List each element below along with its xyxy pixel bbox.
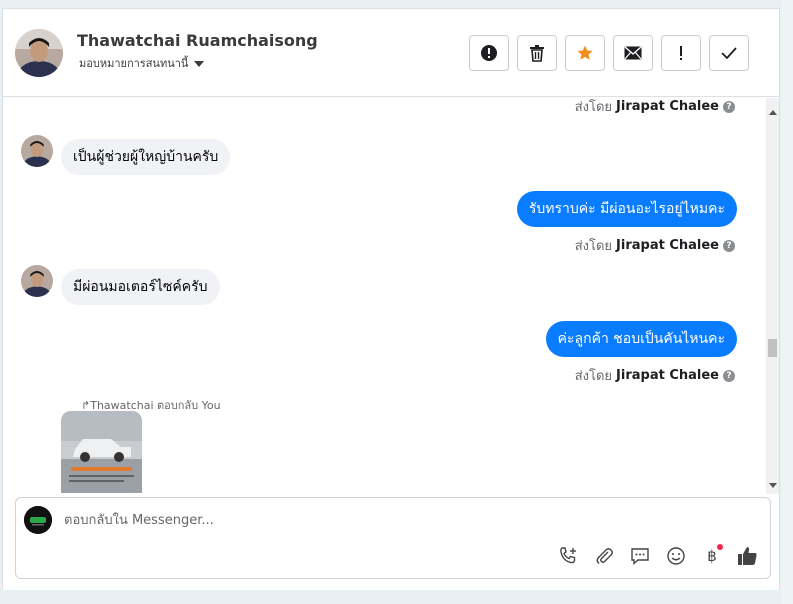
paperclip-icon xyxy=(596,548,613,565)
call-button[interactable] xyxy=(556,544,580,568)
attach-button[interactable] xyxy=(592,544,616,568)
scroll-up-arrow-icon[interactable] xyxy=(769,110,777,115)
conversation-panel: Thawatchai Ruamchaisong มอบหมายการสนทนาน… xyxy=(2,8,780,590)
page-background-strip xyxy=(781,0,793,604)
sent-by-label: ส่งโดย Jirapat Chalee ? xyxy=(575,98,735,117)
like-button[interactable] xyxy=(736,544,760,568)
help-icon[interactable]: ? xyxy=(723,100,735,113)
message-bubble-outgoing[interactable]: รับทราบค่ะ มีผ่อนอะไรอยู่ไหมคะ xyxy=(516,191,737,227)
check-icon xyxy=(721,47,737,59)
trash-icon xyxy=(530,45,544,62)
phone-plus-icon xyxy=(560,547,576,564)
replied-image-thumbnail[interactable] xyxy=(61,411,142,493)
message-bubble-incoming[interactable]: เป็นผู้ช่วยผู้ใหญ่บ้านครับ xyxy=(61,139,231,175)
thumbs-up-icon xyxy=(738,547,757,565)
star-icon xyxy=(577,45,593,60)
help-icon[interactable]: ? xyxy=(723,239,735,252)
saved-replies-button[interactable] xyxy=(628,544,652,568)
envelope-icon xyxy=(624,46,642,60)
help-icon[interactable]: ? xyxy=(723,369,735,382)
message-bubble-incoming[interactable]: มีผ่อนมอเตอร์ไซค์ครับ xyxy=(61,269,220,305)
follow-up-button[interactable] xyxy=(661,35,701,71)
notification-dot xyxy=(717,544,723,550)
conversation-header: Thawatchai Ruamchaisong มอบหมายการสนทนาน… xyxy=(3,9,779,97)
contact-avatar-small xyxy=(21,265,53,297)
mark-unread-button[interactable] xyxy=(613,35,653,71)
conversation-toolbar xyxy=(469,35,749,71)
chat-bubble-icon xyxy=(631,548,649,566)
scroll-down-arrow-icon[interactable] xyxy=(769,483,777,488)
contact-avatar[interactable] xyxy=(15,29,63,77)
baht-icon: ฿ xyxy=(707,547,717,565)
assign-conversation-dropdown[interactable]: มอบหมายการสนทนานี้ xyxy=(79,54,205,72)
message-thread[interactable]: ส่งโดย Jirapat Chalee ? เป็นผู้ช่วยผู้ให… xyxy=(3,98,765,494)
sent-by-label: ส่งโดย Jirapat Chalee ? xyxy=(575,365,735,386)
chevron-down-icon xyxy=(194,60,205,67)
message-bubble-outgoing[interactable]: ค่ะลูกค้า ชอบเป็นคันไหนคะ xyxy=(545,321,737,357)
contact-avatar-small xyxy=(21,135,53,167)
thread-scrollbar[interactable] xyxy=(766,98,779,494)
composer-toolbar: ฿ xyxy=(556,544,760,568)
scrollbar-thumb[interactable] xyxy=(768,339,777,357)
contact-name[interactable]: Thawatchai Ruamchaisong xyxy=(77,31,318,50)
payment-button[interactable]: ฿ xyxy=(700,544,724,568)
mark-done-button[interactable] xyxy=(709,35,749,71)
page-avatar xyxy=(24,506,52,534)
emoji-button[interactable] xyxy=(664,544,688,568)
exclamation-icon xyxy=(680,46,682,60)
alert-circle-icon xyxy=(481,45,497,61)
mark-spam-button[interactable] xyxy=(469,35,509,71)
reply-composer: ฿ xyxy=(15,497,771,579)
reply-input[interactable] xyxy=(64,510,664,530)
sent-by-label: ส่งโดย Jirapat Chalee ? xyxy=(575,235,735,256)
smiley-icon xyxy=(667,547,685,565)
delete-button[interactable] xyxy=(517,35,557,71)
star-button[interactable] xyxy=(565,35,605,71)
assign-label: มอบหมายการสนทนานี้ xyxy=(79,57,189,70)
